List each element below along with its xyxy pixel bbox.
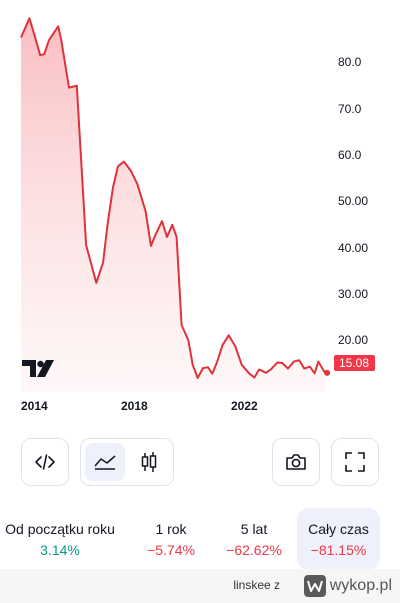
range-label: 5 lat: [240, 520, 268, 537]
last-price-label: 15.08: [339, 356, 369, 370]
range-value: −62.62%: [226, 541, 282, 558]
y-tick-label: 80.0: [338, 55, 362, 69]
brand-name: wykop.pl: [329, 577, 392, 594]
range-value: −5.74%: [147, 541, 195, 558]
x-axis: 2014 2018 2022: [21, 399, 258, 413]
camera-icon: [286, 454, 306, 470]
candlestick-chart-button[interactable]: [129, 443, 169, 481]
range-label: Cały czas: [308, 520, 369, 537]
x-tick-label: 2018: [121, 399, 148, 413]
fullscreen-icon: [345, 452, 365, 472]
code-icon: [35, 454, 55, 470]
x-tick-label: 2022: [231, 399, 258, 413]
range-value: −81.15%: [310, 541, 367, 558]
y-tick-label: 60.0: [338, 148, 362, 162]
y-tick-label: 30.00: [338, 287, 368, 301]
y-axis: 80.0 70.0 60.0 50.00 40.00 30.00 20.00: [338, 55, 368, 347]
x-tick-label: 2014: [21, 399, 48, 413]
y-tick-label: 50.00: [338, 194, 368, 208]
last-price-badge: 15.08: [334, 355, 375, 371]
candlestick-icon: [141, 452, 157, 472]
username: linskee z: [233, 578, 280, 592]
range-5y[interactable]: 5 lat −62.62%: [212, 508, 296, 570]
watermark-footer: linskee z wykop.pl: [0, 569, 400, 603]
range-1y[interactable]: 1 rok −5.74%: [130, 508, 212, 570]
range-value: 3.14%: [40, 541, 80, 558]
y-tick-label: 70.0: [338, 102, 362, 116]
fullscreen-button[interactable]: [331, 438, 379, 486]
snapshot-button[interactable]: [272, 438, 320, 486]
y-tick-label: 20.00: [338, 333, 368, 347]
range-all-time[interactable]: Cały czas −81.15%: [297, 508, 380, 570]
range-ytd[interactable]: Od początku roku 3.14%: [0, 508, 126, 570]
range-label: Od początku roku: [5, 520, 115, 537]
wykop-icon: [303, 575, 326, 597]
performance-ranges: Od początku roku 3.14% 1 rok −5.74% 5 la…: [0, 508, 400, 570]
wykop-logo: wykop.pl: [303, 574, 392, 598]
price-chart[interactable]: 80.0 70.0 60.0 50.00 40.00 30.00 20.00 2…: [0, 0, 400, 430]
area-chart-button[interactable]: [85, 443, 125, 481]
last-price-marker: [324, 369, 331, 376]
area-chart-icon: [94, 455, 116, 470]
chart-type-switcher: [80, 438, 174, 486]
y-tick-label: 40.00: [338, 241, 368, 255]
embed-code-button[interactable]: [21, 438, 69, 486]
range-label: 1 rok: [155, 520, 187, 537]
